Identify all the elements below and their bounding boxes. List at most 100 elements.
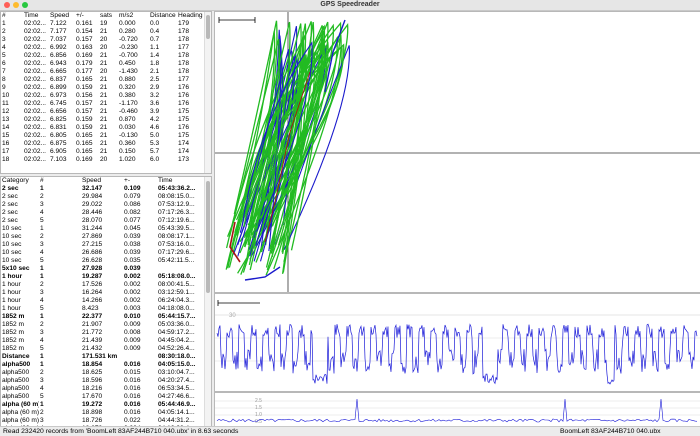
- records-column-header[interactable]: m/s2: [118, 12, 149, 20]
- results-table-pane: Category # Speed +- Time 2 sec 1 32.147 0.109 05…: [0, 176, 212, 427]
- records-column-header[interactable]: #: [1, 12, 23, 20]
- results-column-header[interactable]: +-: [123, 177, 157, 185]
- records-scrollbar[interactable]: [204, 12, 211, 173]
- results-cell: 0.002: [124, 289, 141, 296]
- results-row[interactable]: 5x10 sec 1 27.928 0.039: [1, 265, 204, 273]
- results-cell: 1 hour: [2, 281, 21, 288]
- records-column-header[interactable]: Time: [23, 12, 49, 20]
- records-cell: 7.122: [50, 20, 67, 27]
- results-cell: 5x10 sec: [2, 265, 30, 272]
- results-row[interactable]: 1 hour 5 8.423 0.003 04:18:08.0...: [1, 305, 204, 313]
- results-row[interactable]: 10 sec 1 31.244 0.045 05:43:39.5...: [1, 225, 204, 233]
- records-row[interactable]: 4 02:02... 6.992 0.163 20 -0.230 1.1 177: [1, 44, 204, 52]
- records-cell: -0.460: [119, 108, 138, 115]
- results-row[interactable]: alpha (60 m) 3 18.726 0.022 04:44:31.2...: [1, 417, 204, 425]
- results-row[interactable]: Distance 1 171.531 km 08:30:18.0...: [1, 353, 204, 361]
- results-column-header[interactable]: Speed: [81, 177, 123, 185]
- records-cell: 177: [178, 44, 190, 51]
- records-row[interactable]: 15 02:02... 6.805 0.165 21 -0.130 5.0 175: [1, 132, 204, 140]
- lower-graph-canvas[interactable]: 2.5 1.5 1.0 0.5: [215, 393, 700, 426]
- results-row[interactable]: 10 sec 5 26.628 0.035 05:42:11.5...: [1, 257, 204, 265]
- records-column-header[interactable]: Speed: [49, 12, 75, 20]
- results-row[interactable]: 2 sec 1 32.147 0.109 05:43:36.2...: [1, 185, 204, 193]
- records-column-header[interactable]: Heading: [177, 12, 204, 20]
- records-column-header[interactable]: +/-: [75, 12, 99, 20]
- results-cell: 17.526: [82, 281, 103, 288]
- results-row[interactable]: alpha500 3 18.596 0.016 04:20:27.4...: [1, 377, 204, 385]
- results-column-header[interactable]: Category: [1, 177, 39, 185]
- results-row[interactable]: 10 sec 3 27.215 0.038 07:53:16.0...: [1, 241, 204, 249]
- results-row[interactable]: 1 hour 3 16.264 0.002 03:12:59.1...: [1, 289, 204, 297]
- results-cell: 08:08:15.0...: [158, 193, 195, 200]
- records-row[interactable]: 6 02:02... 6.943 0.179 21 0.450 1.8 178: [1, 60, 204, 68]
- records-cell: 6.831: [50, 124, 67, 131]
- records-cell: 1.020: [119, 156, 136, 163]
- results-column-header[interactable]: Time: [157, 177, 204, 185]
- results-row[interactable]: alpha500 4 18.216 0.016 06:53:34.5...: [1, 385, 204, 393]
- records-cell: 9: [2, 84, 6, 91]
- records-row[interactable]: 11 02:02... 6.745 0.157 21 -1.170 3.6 176: [1, 100, 204, 108]
- results-cell: 29.984: [82, 193, 103, 200]
- records-cell: 21: [100, 148, 108, 155]
- results-row[interactable]: alpha500 2 18.625 0.015 03:10:04.7...: [1, 369, 204, 377]
- records-row[interactable]: 1 02:02... 7.122 0.161 19 0.000 0.0 179: [1, 20, 204, 28]
- results-row[interactable]: 1 hour 4 14.266 0.002 06:24:04.3...: [1, 297, 204, 305]
- results-row[interactable]: 1 hour 1 19.287 0.002 05:18:08.0...: [1, 273, 204, 281]
- results-cell: 1852 m: [2, 321, 24, 328]
- records-row[interactable]: 2 02:02... 7.177 0.154 21 0.280 0.4 178: [1, 28, 204, 36]
- records-row[interactable]: 14 02:02... 6.831 0.159 21 0.030 4.6 176: [1, 124, 204, 132]
- records-column-header[interactable]: sats: [99, 12, 118, 20]
- results-cell: 0.079: [124, 193, 141, 200]
- records-cell: 6.656: [50, 108, 67, 115]
- results-row[interactable]: 1 hour 2 17.526 0.002 08:00:41.5...: [1, 281, 204, 289]
- results-row[interactable]: 10 sec 2 27.869 0.039 08:08:17.1...: [1, 233, 204, 241]
- records-column-header[interactable]: Distance: [149, 12, 177, 20]
- results-row[interactable]: 2 sec 2 29.984 0.079 08:08:15.0...: [1, 193, 204, 201]
- results-row[interactable]: 10 sec 4 26.686 0.039 07:17:29.6...: [1, 249, 204, 257]
- records-row[interactable]: 18 02:02... 7.103 0.169 20 1.020 6.0 173: [1, 156, 204, 164]
- track-map-canvas[interactable]: [215, 12, 700, 292]
- results-row[interactable]: alpha (60 m) 1 19.272 0.016 05:44:46.9...: [1, 401, 204, 409]
- results-cell: 04:18:08.0...: [158, 305, 195, 312]
- results-row[interactable]: 2 sec 3 29.022 0.086 07:53:12.9...: [1, 201, 204, 209]
- results-row[interactable]: alpha (60 m) 2 18.898 0.016 04:05:14.1...: [1, 409, 204, 417]
- records-row[interactable]: 8 02:02... 6.837 0.165 21 0.880 2.5 177: [1, 76, 204, 84]
- records-row[interactable]: 7 02:02... 6.665 0.177 20 -1.430 2.1 178: [1, 68, 204, 76]
- records-cell: 02:02...: [24, 68, 46, 75]
- speed-graph-canvas[interactable]: 30: [215, 294, 700, 391]
- records-row[interactable]: 3 02:02... 7.037 0.157 20 -0.720 0.7 178: [1, 36, 204, 44]
- results-row[interactable]: 1852 m 2 21.907 0.009 05:03:36.0...: [1, 321, 204, 329]
- records-cell: 0.0: [150, 20, 160, 27]
- results-cell: 4: [40, 297, 44, 304]
- records-cell: 173: [178, 156, 190, 163]
- track-map[interactable]: [214, 11, 700, 293]
- speed-graph[interactable]: 30: [214, 293, 700, 392]
- results-scrollbar[interactable]: [204, 177, 211, 426]
- results-scroll-thumb[interactable]: [206, 181, 210, 293]
- results-cell: 2: [40, 281, 44, 288]
- records-row[interactable]: 10 02:02... 6.973 0.156 21 0.380 3.2 176: [1, 92, 204, 100]
- records-row[interactable]: 9 02:02... 6.899 0.159 21 0.320 2.9 176: [1, 84, 204, 92]
- records-cell: 20: [100, 44, 108, 51]
- lower-graph[interactable]: 2.5 1.5 1.0 0.5: [214, 392, 700, 427]
- records-cell: 6.856: [50, 52, 67, 59]
- results-row[interactable]: alpha500 1 18.854 0.016 04:05:15.0...: [1, 361, 204, 369]
- results-row[interactable]: 1852 m 3 21.772 0.008 04:59:17.2...: [1, 329, 204, 337]
- results-row[interactable]: 1852 m 5 21.432 0.009 04:52:26.4...: [1, 345, 204, 353]
- results-row[interactable]: 1852 m 4 21.439 0.009 04:45:04.2...: [1, 337, 204, 345]
- results-row[interactable]: 2 sec 4 28.446 0.082 07:17:26.3...: [1, 209, 204, 217]
- records-row[interactable]: 13 02:02... 6.825 0.159 21 0.870 4.2 175: [1, 116, 204, 124]
- records-scroll-thumb[interactable]: [206, 15, 210, 39]
- records-row[interactable]: 17 02:02... 6.905 0.165 21 0.150 5.7 174: [1, 148, 204, 156]
- records-row[interactable]: 5 02:02... 6.856 0.169 21 -0.700 1.4 178: [1, 52, 204, 60]
- records-cell: 178: [178, 60, 190, 67]
- results-row[interactable]: 1852 m 1 22.377 0.010 05:44:15.7...: [1, 313, 204, 321]
- results-row[interactable]: alpha500 5 17.670 0.016 04:27:46.6...: [1, 393, 204, 401]
- records-cell: 6.837: [50, 76, 67, 83]
- records-row[interactable]: 12 02:02... 6.656 0.157 21 -0.460 3.9 175: [1, 108, 204, 116]
- results-column-header[interactable]: #: [39, 177, 81, 185]
- results-row[interactable]: 2 sec 5 28.070 0.077 07:12:19.6...: [1, 217, 204, 225]
- records-cell: 6.899: [50, 84, 67, 91]
- records-cell: 4.6: [150, 124, 160, 131]
- records-row[interactable]: 16 02:02... 6.875 0.165 21 0.360 5.3 174: [1, 140, 204, 148]
